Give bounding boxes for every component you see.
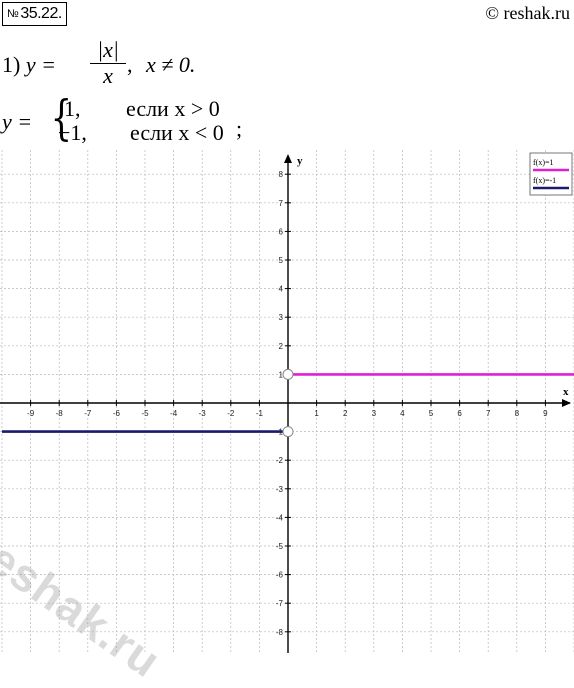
x-tick-label: -1 — [256, 409, 264, 418]
formula-line: 1) y = |x| x , x ≠ 0. — [2, 38, 362, 88]
x-tick-label: 6 — [457, 409, 462, 418]
number-sign: № — [7, 8, 19, 20]
formula-lead: 1) y = — [2, 52, 56, 78]
piecewise-lhs: y = — [2, 109, 33, 134]
y-tick-label: 6 — [279, 227, 284, 236]
item-label: 1) — [2, 52, 21, 77]
fraction-numerator: |x| — [97, 37, 119, 62]
piecewise-row2-condition: если x < 0 — [130, 120, 224, 145]
x-tick-label: -4 — [170, 409, 178, 418]
y-tick-label: -7 — [276, 599, 284, 608]
function-graph: xy -9-8-7-6-5-4-3-2-1123456789-9-8-7-6-5… — [0, 150, 574, 653]
x-tick-label: 4 — [400, 409, 405, 418]
piecewise-row2-value: −1, — [58, 120, 87, 145]
fraction-denominator: x — [103, 63, 113, 88]
x-axis-label: x — [563, 386, 569, 398]
formula-lhs: y = — [25, 52, 56, 77]
x-tick-label: -8 — [56, 409, 64, 418]
x-tick-label: 2 — [343, 409, 348, 418]
x-axis-arrow — [562, 399, 571, 407]
legend: f(x)=1 f(x)=-1 — [529, 152, 573, 196]
piecewise-row1-value: 1, — [64, 96, 81, 121]
open-endpoint — [282, 426, 294, 438]
x-tick-label: 3 — [372, 409, 377, 418]
site-credit: © reshak.ru — [485, 3, 570, 23]
y-tick-label: -4 — [276, 513, 284, 522]
x-tick-label: 5 — [429, 409, 434, 418]
x-tick-label: -3 — [199, 409, 207, 418]
formula-condition: x ≠ 0. — [146, 52, 196, 77]
y-tick-label: 2 — [279, 342, 284, 351]
x-tick-label: 8 — [515, 409, 520, 418]
y-axis-label: y — [297, 155, 303, 167]
x-tick-label: -6 — [113, 409, 121, 418]
y-axis-arrow — [284, 154, 292, 163]
x-tick-label: 1 — [314, 409, 319, 418]
y-tick-label: -3 — [276, 485, 284, 494]
formula-comma: , — [127, 52, 133, 77]
x-tick-label: -2 — [227, 409, 235, 418]
y-tick-label: 5 — [279, 256, 284, 265]
x-tick-label: 7 — [486, 409, 491, 418]
x-tick-label: -9 — [27, 409, 35, 418]
y-tick-label: 9 — [279, 150, 284, 151]
piecewise-definition: y = { 1, если x > 0 −1, если x < 0 ; — [2, 90, 302, 146]
y-tick-label: -8 — [276, 628, 284, 637]
y-tick-label: -2 — [276, 456, 284, 465]
piecewise-end: ; — [236, 116, 243, 141]
x-tick-label: -7 — [84, 409, 92, 418]
piecewise-row1-condition: если x > 0 — [126, 96, 220, 121]
open-endpoint — [282, 368, 294, 380]
y-tick-label: 3 — [279, 313, 284, 322]
y-tick-label: 4 — [279, 285, 284, 294]
x-tick-label: 9 — [543, 409, 548, 418]
y-tick-label: 7 — [279, 199, 284, 208]
x-tick-label: -5 — [141, 409, 149, 418]
fraction: |x| x — [90, 38, 126, 87]
legend-entry-label: f(x)=1 — [533, 158, 554, 167]
problem-number: № 35.22. — [2, 2, 67, 26]
y-tick-label: -5 — [276, 542, 284, 551]
problem-number-text: 35.22. — [20, 5, 62, 22]
axes: xy — [0, 154, 571, 653]
y-tick-label: -6 — [276, 571, 284, 580]
y-tick-label: 8 — [279, 170, 284, 179]
legend-entry-label: f(x)=-1 — [533, 176, 556, 185]
